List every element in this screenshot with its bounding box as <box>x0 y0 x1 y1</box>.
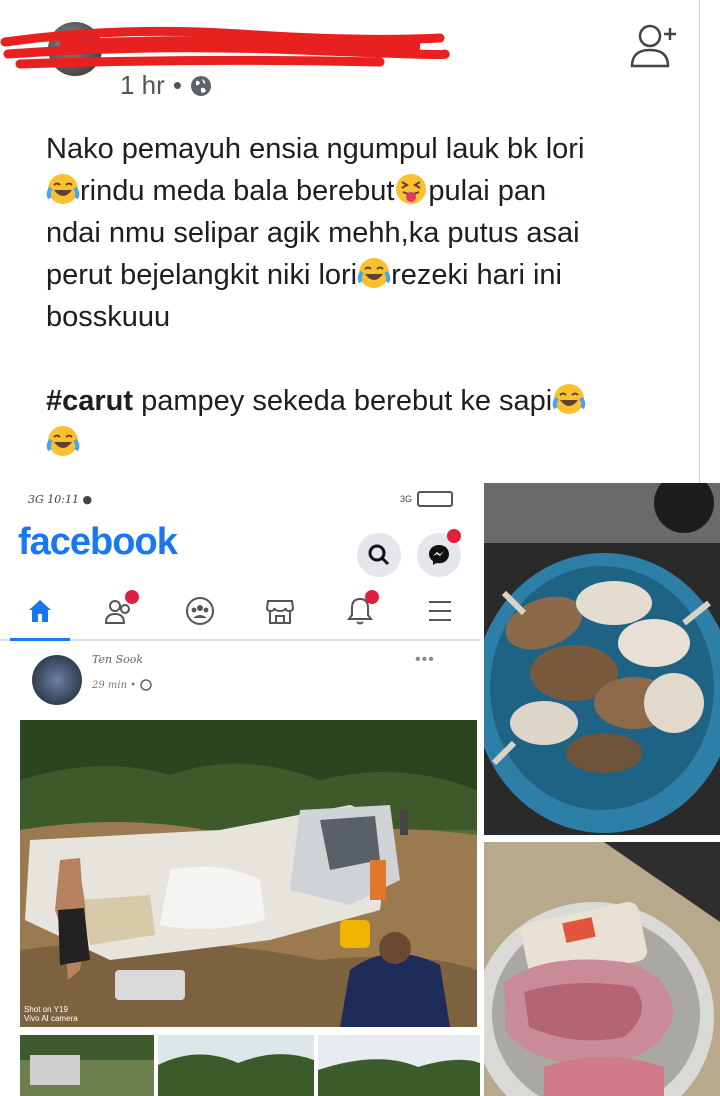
tears-of-joy-emoji <box>357 258 391 288</box>
marketplace-icon <box>265 600 295 624</box>
thumbnail-scene <box>318 1035 480 1096</box>
menu-icon <box>429 601 451 621</box>
crabs-in-basin-photo[interactable] <box>484 483 720 835</box>
notification-badge <box>447 529 461 543</box>
post-text-segment: pampey sekeda berebut ke sapi <box>133 385 553 417</box>
hashtag-link[interactable]: #carut <box>46 385 133 417</box>
tears-of-joy-emoji <box>46 426 80 456</box>
add-friend-icon[interactable] <box>628 22 680 70</box>
tears-of-joy-emoji <box>46 174 80 204</box>
attached-screenshot-image[interactable]: 3G 10:11 ● 3G facebook Ten Sook 29 min •… <box>0 483 480 1096</box>
inner-post-time: 29 min • <box>92 679 152 691</box>
notification-badge <box>365 590 379 604</box>
lorry-crash-photo: Shot on Y19 Vivo AI camera <box>20 720 477 1027</box>
thumbnail-photo-2 <box>158 1035 314 1096</box>
watermark-line: Shot on Y19 <box>24 1005 68 1014</box>
groups-icon <box>186 597 214 625</box>
menu-tab <box>415 586 465 636</box>
globe-icon <box>190 75 211 96</box>
tears-of-joy-emoji <box>552 384 586 414</box>
facebook-nav-bar <box>0 583 480 641</box>
meat-in-bowl-photo[interactable] <box>484 842 720 1096</box>
post-text-segment: Nako pemayuh ensia ngumpul lauk bk lori <box>46 133 585 165</box>
meat-scene <box>484 842 720 1096</box>
thumbnail-photo-1 <box>20 1035 154 1096</box>
messenger-icon <box>429 545 449 565</box>
post-line-5: bosskuuu <box>46 296 686 338</box>
network-label-right: 3G <box>400 494 413 504</box>
active-tab-indicator <box>10 638 70 641</box>
post-line-1: Nako pemayuh ensia ngumpul lauk bk lori <box>46 128 686 170</box>
inner-more-options: ••• <box>415 651 435 668</box>
lorry-crash-scene <box>20 720 477 1027</box>
search-icon <box>368 544 390 566</box>
camera-watermark: Shot on Y19 Vivo AI camera <box>24 1005 78 1023</box>
post-line-2: rindu meda bala berebut pulai pan <box>46 170 686 212</box>
post-meta: 1 hr • <box>120 70 212 101</box>
status-clock: 10:11 <box>47 493 79 506</box>
home-icon <box>29 600 51 622</box>
home-tab <box>15 586 65 636</box>
squinting-tongue-emoji <box>396 174 427 204</box>
status-bar-right: 3G <box>400 491 454 507</box>
post-line-3: ndai nmu selipar agik mehh,ka putus asai <box>46 212 686 254</box>
status-bar-left: 3G 10:11 ● <box>28 493 93 506</box>
post-text-segment: bosskuuu <box>46 301 171 333</box>
friends-tab <box>95 586 145 636</box>
post-line-4: perut bejelangkit niki lori rezeki hari i… <box>46 254 686 296</box>
notifications-tab <box>335 586 385 636</box>
groups-tab <box>175 586 225 636</box>
globe-icon <box>140 679 152 691</box>
thumbnail-scene <box>20 1035 154 1096</box>
post-text-segment: perut bejelangkit niki lori <box>46 259 358 291</box>
battery-icon <box>417 491 454 507</box>
name-redaction-scribble <box>0 26 450 69</box>
post-line-7 <box>46 422 686 464</box>
thumbnail-scene <box>158 1035 314 1096</box>
post-text-segment: rezeki hari ini <box>391 259 562 291</box>
inner-time-text: 29 min • <box>92 679 137 691</box>
watermark-line: Vivo AI camera <box>24 1014 78 1023</box>
post-line-6: #carut pampey sekeda berebut ke sapi <box>46 380 686 422</box>
meta-separator: • <box>172 70 182 100</box>
marketplace-tab <box>255 586 305 636</box>
search-button <box>357 533 401 577</box>
thumbnail-photo-3 <box>318 1035 480 1096</box>
notification-badge <box>125 590 139 604</box>
inner-post-avatar <box>32 655 82 705</box>
post-text-segment: pulai pan <box>428 175 547 207</box>
messenger-button <box>417 529 461 577</box>
crabs-scene <box>484 483 720 835</box>
post-text-segment: ndai nmu selipar agik mehh,ka putus asai <box>46 217 580 249</box>
post-text-segment: rindu meda bala berebut <box>80 175 395 207</box>
post-timestamp[interactable]: 1 hr <box>120 70 165 101</box>
post-body: Nako pemayuh ensia ngumpul lauk bk lori … <box>46 128 686 464</box>
facebook-logo: facebook <box>18 521 178 563</box>
network-label: 3G <box>28 493 44 506</box>
inner-post-author: Ten Sook <box>92 653 144 666</box>
